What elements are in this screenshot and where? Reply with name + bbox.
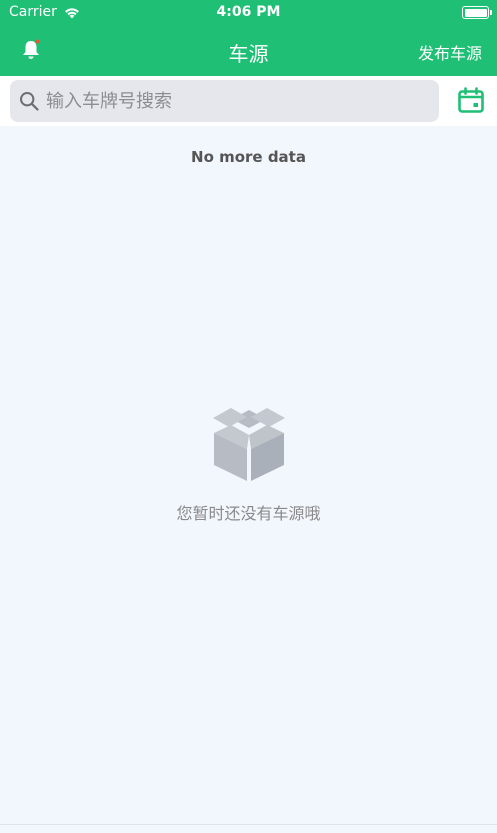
empty-box-icon xyxy=(213,408,285,481)
search-row xyxy=(0,76,497,126)
list-footer: No more data xyxy=(191,148,306,166)
status-time: 4:06 PM xyxy=(216,4,281,20)
bottom-divider xyxy=(0,824,497,825)
empty-state-message: 您暂时还没有车源哦 xyxy=(176,504,321,523)
battery-icon xyxy=(462,6,492,19)
search-input[interactable] xyxy=(46,80,431,122)
status-bar: Carrier 4:06 PM xyxy=(0,0,497,26)
search-icon xyxy=(20,92,39,111)
calendar-icon[interactable] xyxy=(456,86,486,116)
nav-bar: 车源 发布车源 xyxy=(0,26,497,76)
publish-source-button[interactable]: 发布车源 xyxy=(418,40,482,64)
search-box[interactable] xyxy=(10,80,439,122)
